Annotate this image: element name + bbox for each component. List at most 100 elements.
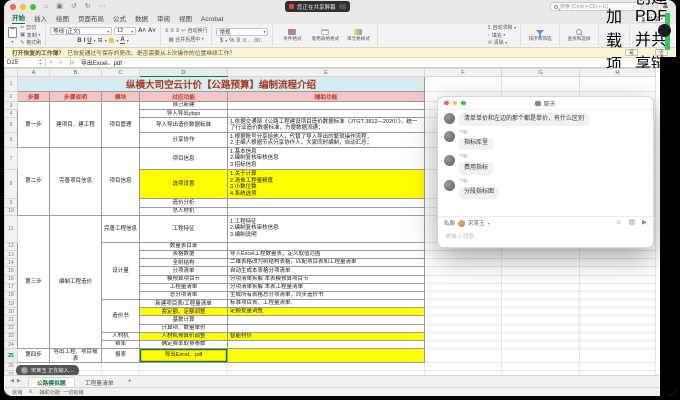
cell[interactable]: 造价书 [102, 300, 140, 333]
chat-bubble[interactable]: 费用指标 [459, 162, 493, 175]
number-format-select[interactable]: 常规▾ [216, 28, 268, 36]
formula-content[interactable]: 导出Excel、pdf [81, 58, 122, 67]
align-left-icon[interactable]: ≡ [165, 28, 169, 34]
cell[interactable] [502, 291, 580, 299]
cell[interactable]: 项目信息 [102, 148, 140, 215]
row-header[interactable]: 20 [5, 308, 18, 316]
cell[interactable] [502, 324, 580, 332]
font-name-select[interactable]: 等线 (正文)▾ [50, 27, 112, 35]
menu-tab-视图[interactable]: 视图 [179, 13, 192, 24]
row-header[interactable]: 24 [5, 341, 18, 349]
cell[interactable] [140, 371, 228, 376]
cell[interactable] [228, 316, 425, 324]
cell[interactable] [502, 371, 580, 376]
cell[interactable] [580, 341, 656, 349]
cell[interactable] [425, 267, 502, 275]
percent-button[interactable]: % [229, 38, 234, 44]
align-center-icon[interactable]: ≡ [170, 28, 174, 34]
chat-mode-label[interactable]: 私聊 [444, 219, 455, 227]
sheet-tab-工程量清单[interactable]: 工程量清单 [77, 377, 122, 387]
cell[interactable] [228, 110, 425, 118]
cell[interactable] [102, 371, 140, 376]
cell[interactable] [502, 316, 580, 324]
cell[interactable]: 分享协作 [140, 133, 228, 148]
cell[interactable] [228, 207, 425, 215]
menu-tab-公式[interactable]: 公式 [113, 13, 126, 24]
cell[interactable]: 造价分析 [140, 199, 228, 207]
cell[interactable] [425, 316, 502, 324]
bold-button[interactable]: B [77, 38, 81, 44]
cell[interactable] [502, 300, 580, 308]
align-right-icon[interactable]: ≡ [176, 28, 180, 34]
currency-button[interactable]: $ [220, 38, 223, 44]
row-header[interactable]: 8 [5, 170, 18, 199]
cell[interactable]: 总分项清单 [140, 291, 228, 299]
cell[interactable] [425, 341, 502, 349]
row-header[interactable]: 13 [5, 250, 18, 258]
cell[interactable] [228, 242, 425, 250]
cell[interactable] [425, 300, 502, 308]
cell[interactable] [580, 316, 656, 324]
cell[interactable] [502, 77, 580, 92]
cell[interactable] [580, 275, 656, 283]
italic-button[interactable]: I [84, 38, 86, 44]
cell[interactable] [425, 324, 502, 332]
zoom-window-icon[interactable] [30, 4, 36, 10]
addins-button[interactable]: ⊞ 加载项 [603, 0, 625, 75]
cell[interactable]: 编制工程造价 [50, 215, 102, 348]
table-header-cell[interactable]: 步骤说明 [50, 92, 102, 102]
cell[interactable]: 分项清单拆解 本表模预算项目节 [228, 275, 425, 283]
cell[interactable]: 数量表目录 [140, 242, 228, 250]
underline-button[interactable]: U [87, 38, 91, 44]
cell[interactable] [580, 259, 656, 267]
column-header-H[interactable]: H [580, 69, 656, 77]
cell[interactable]: 选项设置 [140, 170, 228, 199]
cell[interactable]: 工程量清单 [140, 283, 228, 291]
paste-button[interactable]: ▾ [8, 27, 17, 44]
wrap-text-button[interactable]: ↩自动换行 [181, 28, 207, 35]
cell[interactable]: 计算项、数量单价 [140, 324, 228, 332]
cell[interactable] [580, 371, 656, 376]
cell[interactable]: 1.关于计算 2.清单工程量精度 3.小数位数 4.系统选项 [228, 170, 425, 199]
cell[interactable] [502, 341, 580, 349]
cell[interactable] [425, 275, 502, 283]
cell[interactable]: 二维表格改为树结构表格，匹配项目表和工程量清单 [228, 259, 425, 267]
cell[interactable] [425, 259, 502, 267]
cell[interactable]: 导入Excel工程数量表，定义取值范围 [228, 250, 425, 258]
column-header-E[interactable]: E [228, 69, 425, 77]
cell[interactable]: 费率 [102, 341, 140, 349]
minimize-window-icon[interactable] [20, 4, 26, 10]
undo-icon[interactable]: ↺ [71, 3, 77, 10]
menu-tab-数据[interactable]: 数据 [135, 13, 148, 24]
cell[interactable]: 项目信息 [140, 148, 228, 170]
cell[interactable] [502, 349, 580, 363]
row-header[interactable]: 23 [5, 332, 18, 340]
find-select-button[interactable]: 查找和选择 [564, 29, 594, 42]
cell[interactable]: 确定费率取费参数 [140, 341, 228, 349]
cell[interactable]: 报表 [102, 349, 140, 363]
redo-icon[interactable]: ↻ [85, 3, 91, 10]
cell[interactable]: 项目管理 [102, 102, 140, 148]
conditional-formatting-button[interactable]: 条件格式 [277, 29, 307, 41]
row-header[interactable]: 17 [5, 283, 18, 291]
cell[interactable]: 表格数据 [140, 250, 228, 258]
cell[interactable]: 全树结构 [140, 259, 228, 267]
cell[interactable]: 导入导出造价数据标准 [140, 118, 228, 133]
cell[interactable] [580, 308, 656, 316]
cell[interactable]: 套定额、定额调整 [140, 308, 228, 316]
copy-button[interactable]: ▣复制 ▾ [20, 32, 41, 39]
insert-function-icon[interactable]: fx [70, 60, 74, 66]
cell-styles-button[interactable]: 单元格样式 [343, 29, 373, 41]
cell[interactable] [502, 259, 580, 267]
cell[interactable]: 模预算项目节 [140, 275, 228, 283]
menu-tab-绘图[interactable]: 绘图 [56, 13, 69, 24]
cell[interactable] [580, 349, 656, 363]
column-header-B[interactable]: B [50, 69, 102, 77]
cell[interactable] [425, 349, 502, 363]
cell[interactable] [425, 362, 502, 370]
cell[interactable] [425, 250, 502, 258]
cell[interactable]: 1.工程特征 2.编制复核审核信息 3.编制说明 [228, 215, 425, 242]
cell[interactable]: 分项清单 [140, 267, 228, 275]
cell[interactable] [228, 199, 425, 207]
fill-color-button[interactable]: ▦ [109, 38, 115, 44]
